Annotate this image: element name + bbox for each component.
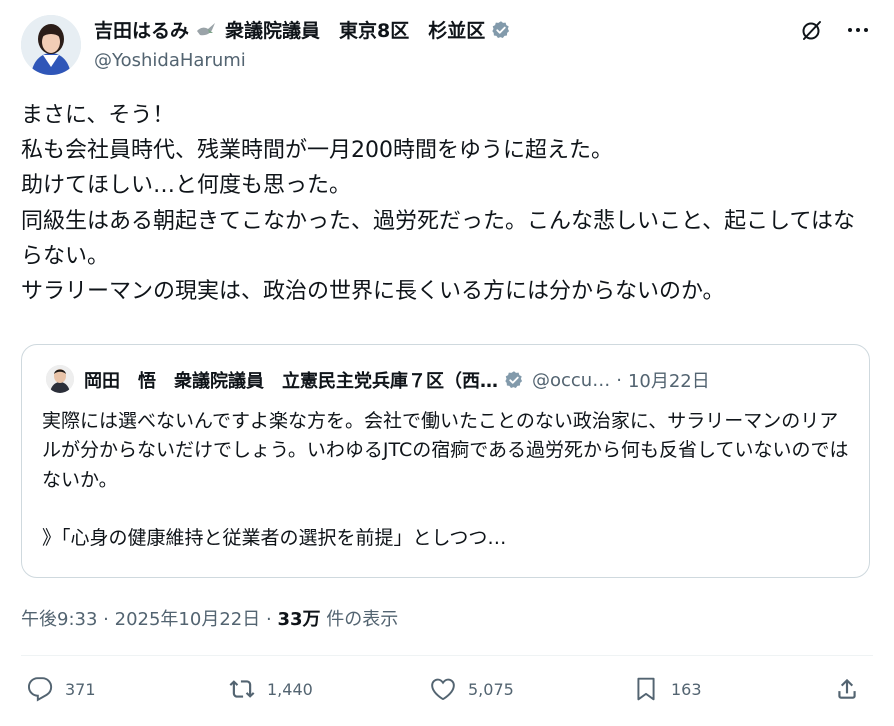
bookmark-icon <box>637 677 655 701</box>
top-actions <box>800 18 870 42</box>
bookmark-count: 163 <box>671 679 702 699</box>
like-count: 5,075 <box>468 679 514 699</box>
quote-author-name[interactable]: 岡田 悟 衆議院議員 立憲民主党兵庫７区（西… <box>84 367 498 393</box>
author-handle[interactable]: @YoshidaHarumi <box>94 50 246 71</box>
more-icon[interactable] <box>846 18 870 42</box>
post: 吉田はるみ 衆議院議員 東京8区 杉並区 @YoshidaHarumi まさに、… <box>0 0 894 726</box>
grok-icon[interactable] <box>800 18 824 42</box>
meta-separator: · <box>103 609 109 630</box>
reply-button[interactable]: 371 <box>27 676 96 702</box>
meta-separator: · <box>265 609 272 630</box>
repost-icon <box>229 680 255 698</box>
repost-count: 1,440 <box>267 679 313 699</box>
author-name-primary: 吉田はるみ <box>94 20 190 42</box>
action-bar: 371 1,440 5,075 163 <box>0 676 894 716</box>
like-icon <box>431 678 455 700</box>
reply-icon <box>27 677 53 702</box>
post-text: まさに、そう！ 私も会社員時代、残業時間が一月200時間をゆうに超えた。 助けて… <box>21 103 856 305</box>
post-date[interactable]: 2025年10月22日 <box>115 609 261 630</box>
author-avatar[interactable] <box>21 15 81 75</box>
verified-icon[interactable] <box>491 20 511 40</box>
like-button[interactable]: 5,075 <box>430 676 514 702</box>
view-label: 件の表示 <box>320 609 399 630</box>
post-meta: 午後9:33 · 2025年10月22日 · 33万 件の表示 <box>21 605 398 631</box>
repost-button[interactable]: 1,440 <box>229 676 313 702</box>
quoted-post[interactable]: 岡田 悟 衆議院議員 立憲民主党兵庫７区（西… @occu… · 10月22日 … <box>21 344 870 578</box>
quote-text: 実際には選べないんですよ楽な方を。会社で働いたことのない政治家に、サラリーマンの… <box>42 410 849 550</box>
quote-separator: · <box>616 369 622 391</box>
reply-count: 371 <box>65 679 96 699</box>
quote-author-handle[interactable]: @occu… <box>532 370 610 391</box>
divider <box>21 655 873 656</box>
quote-header: 岡田 悟 衆議院議員 立憲民主党兵庫７区（西… @occu… · 10月22日 <box>84 367 849 393</box>
view-count: 33万 <box>277 609 321 630</box>
dove-icon <box>195 21 217 39</box>
share-button[interactable] <box>834 676 872 702</box>
post-time[interactable]: 午後9:33 <box>21 609 97 630</box>
verified-icon <box>505 371 523 388</box>
quote-author-avatar[interactable] <box>46 365 74 393</box>
bookmark-button[interactable]: 163 <box>633 676 702 702</box>
share-icon <box>838 678 856 699</box>
author-name[interactable]: 吉田はるみ 衆議院議員 東京8区 杉並区 <box>94 16 511 43</box>
quote-date[interactable]: 10月22日 <box>628 367 710 393</box>
author-name-title: 衆議院議員 東京8区 杉並区 <box>225 20 486 42</box>
